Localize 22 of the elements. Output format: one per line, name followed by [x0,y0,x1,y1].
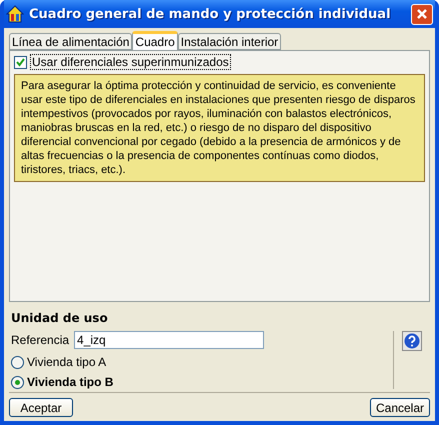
radio-label: Vivienda tipo A [27,355,106,369]
help-button[interactable] [402,331,422,351]
section-heading: Unidad de uso [11,311,109,325]
dialog-button[interactable]: Aceptar [9,398,73,417]
checkbox[interactable] [14,56,27,68]
checkbox-label: Usar diferenciales superinmunizados [30,54,231,70]
tab[interactable]: Instalación interior [178,33,282,50]
tab[interactable]: Cuadro [132,31,178,50]
field-label: Referencia [11,333,70,347]
window-title: Cuadro general de mando y protección individual [29,6,392,22]
dialog-button[interactable]: Cancelar [370,398,430,417]
close-icon [416,8,428,20]
help-icon [404,333,420,349]
check-icon [16,58,25,66]
close-button[interactable] [411,4,433,24]
reference-field[interactable]: 4_izq [74,331,264,349]
radio-button[interactable] [11,376,24,388]
radio-button[interactable] [11,356,24,368]
radio-label: Vivienda tipo B [27,375,114,389]
info-note: Para asegurar la óptima protección y continuidad de servicio, es conveniente usar este tipo de diferenciales en instalaciones que presenten riesgo de disparos intempestivos (provocados por rayos, iluminación con balastos electrónicos, maniobras bruscas en la red, etc.) o riesgo de no disparo del dispositivo diferencial convencional por cegado (debido a la presencia de armónicos y de altas frecuencias o la presencia de componentes contínuas como diodos, tiristores, triacs, etc.). [14,74,425,182]
tab[interactable]: Línea de alimentación [9,33,132,50]
house-icon [6,5,24,23]
